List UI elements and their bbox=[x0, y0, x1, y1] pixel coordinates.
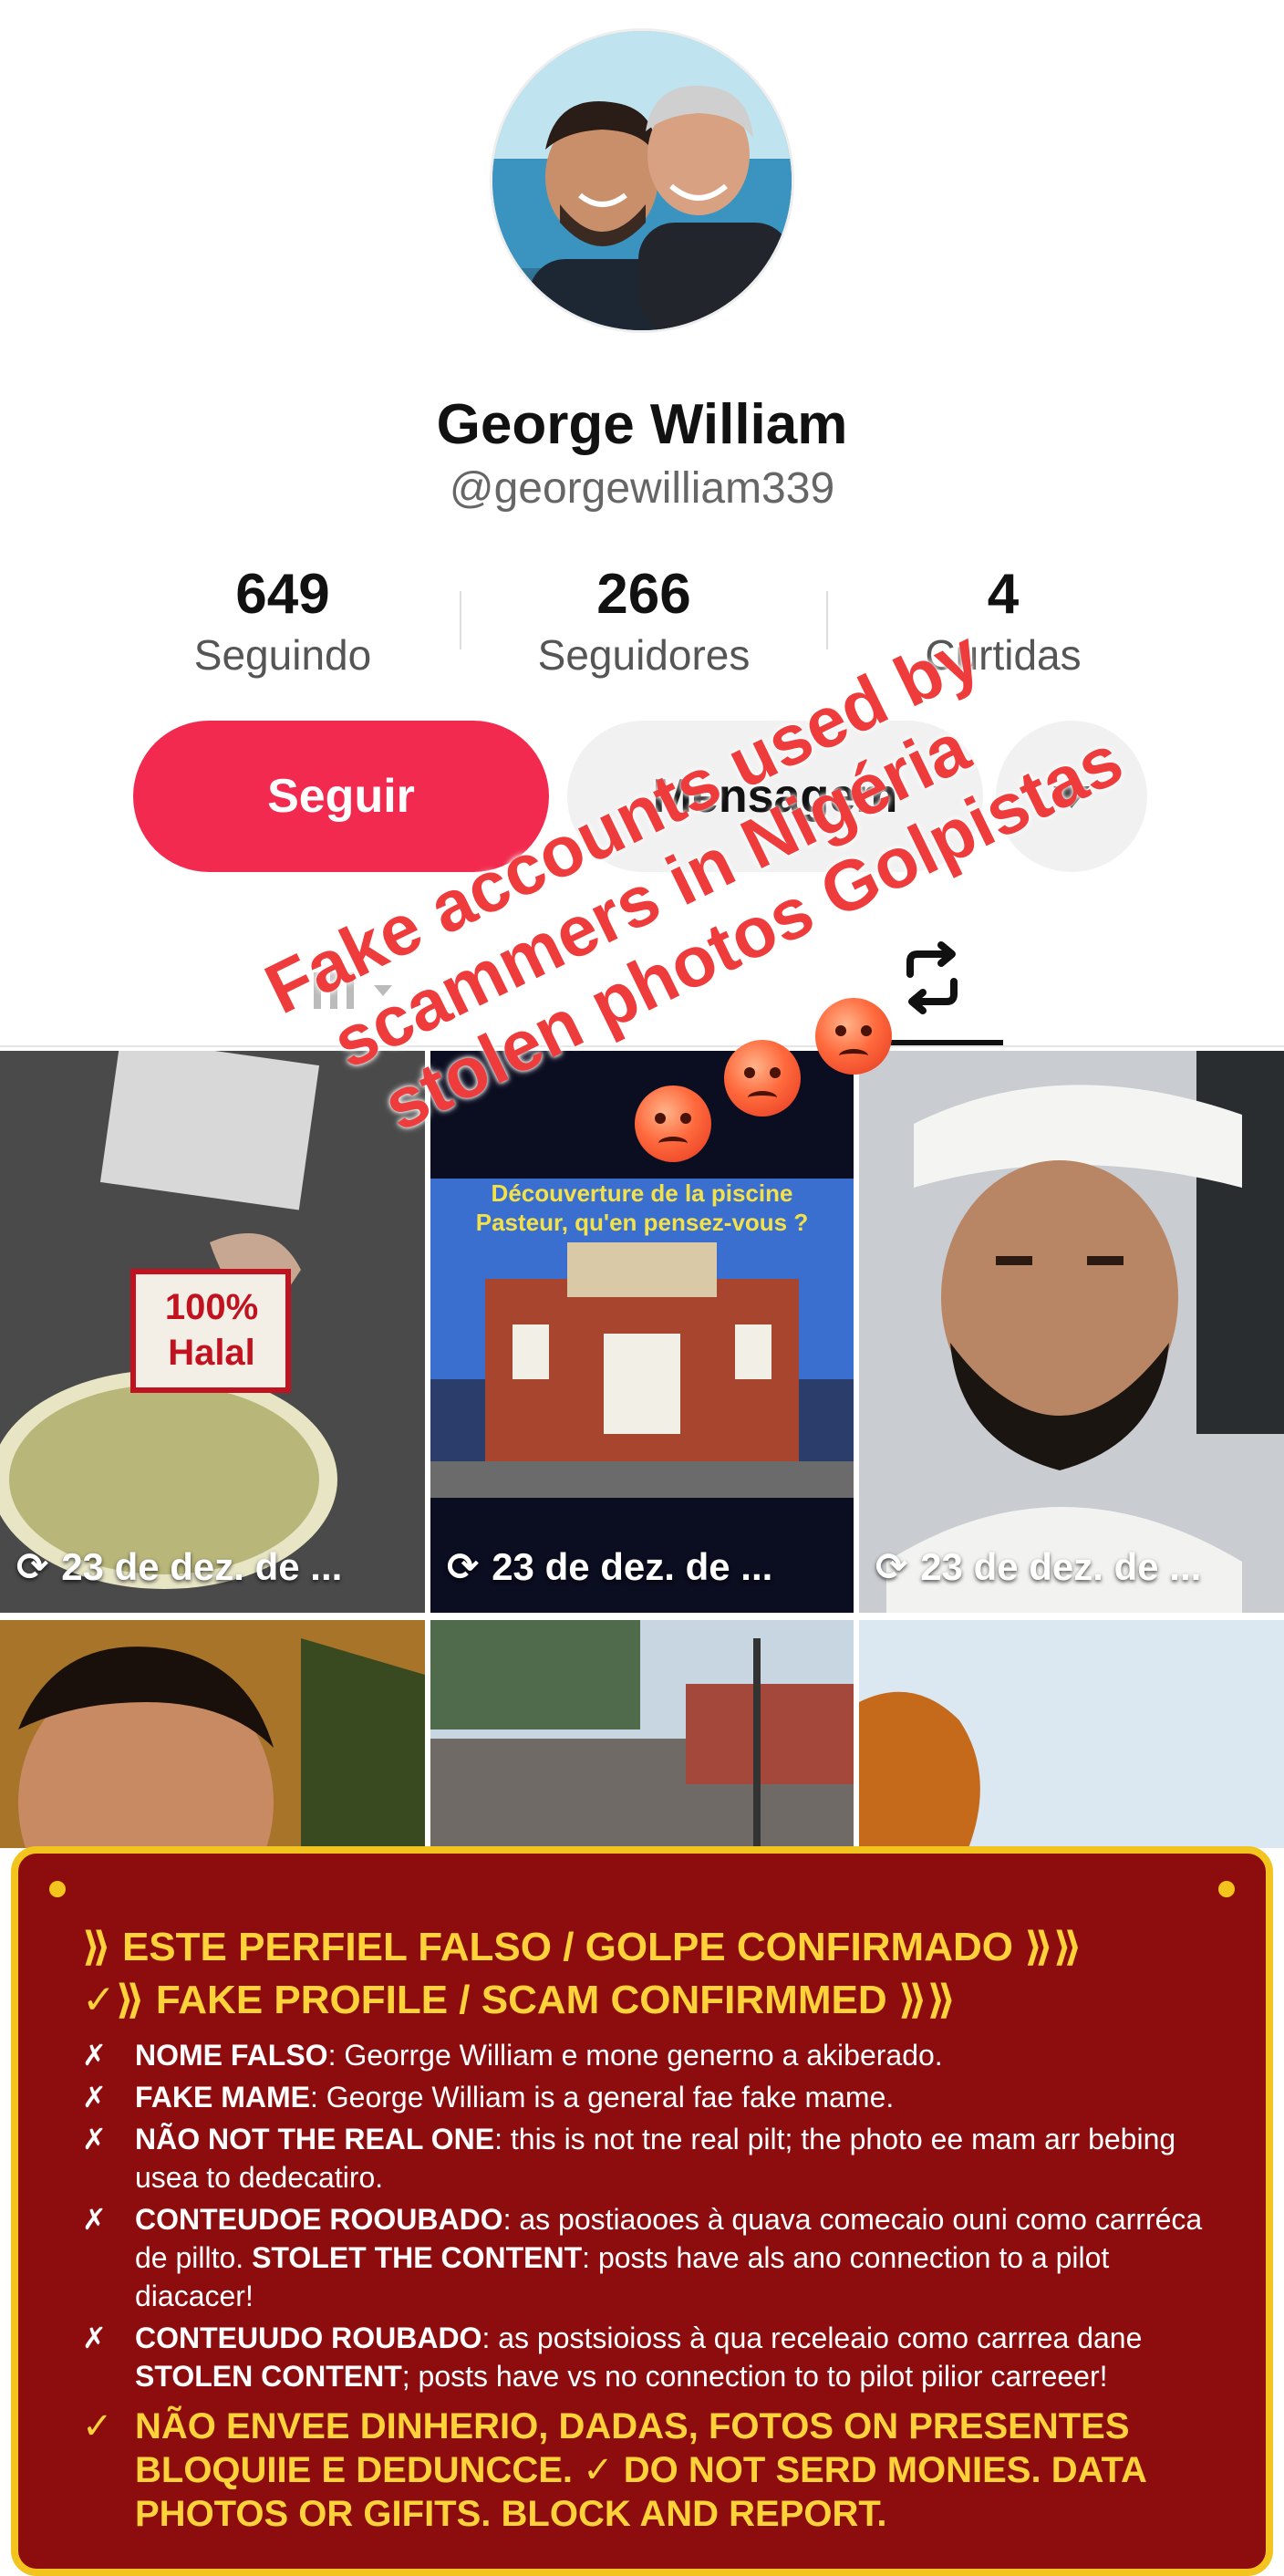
warning-title-pt: ⟫ ESTE PERFIEL FALSO / GOLPE CONFIRMADO … bbox=[82, 1925, 1082, 1969]
warning-final-notice: ✓ NÃO ENVEE DINHERIO, DADAS, FOTOS ON PR… bbox=[82, 2406, 1146, 2534]
overlay-line-2: scammers in Nigéria bbox=[320, 706, 981, 1084]
warning-title-en: ✓⟫ FAKE PROFILE / SCAM CONFIRMMED ⟫⟫ bbox=[82, 1978, 957, 2022]
tile-caption: ⟳ 23 de dez. de ... bbox=[16, 1544, 343, 1589]
chevron-icon: ✓⟫ bbox=[82, 1978, 156, 2022]
warning-item: ✗ NOME FALSO: Georrge William e mone gen… bbox=[82, 2036, 1229, 2074]
street-thumbnail bbox=[430, 1620, 854, 1848]
video-tile-3[interactable]: ⟳ 23 de dez. de ... bbox=[859, 1051, 1284, 1613]
profile-name: George William bbox=[436, 393, 848, 456]
decor-dot bbox=[49, 1881, 66, 1897]
check-icon: ✓ bbox=[82, 2406, 113, 2446]
angry-face-icon bbox=[635, 1085, 711, 1162]
portrait-thumbnail bbox=[0, 1620, 425, 1848]
stat-divider bbox=[460, 591, 461, 649]
check-icon: ✗ bbox=[82, 2203, 107, 2236]
video-tile-6[interactable] bbox=[859, 1620, 1284, 1848]
avatar-photo bbox=[492, 31, 792, 330]
poster-text: Découverture de la piscine Pasteur, qu'e… bbox=[475, 1179, 809, 1236]
warning-item: ✗ NÃO NOT THE REAL ONE: this is not tne … bbox=[82, 2120, 1229, 2197]
video-tile-5[interactable] bbox=[430, 1620, 854, 1848]
repost-icon: ⟳ bbox=[447, 1545, 480, 1588]
stat-following[interactable]: 649 Seguindo bbox=[146, 562, 419, 682]
tab-reposts[interactable] bbox=[894, 940, 970, 1021]
check-icon: ✗ bbox=[82, 2322, 107, 2354]
angry-face-icon bbox=[724, 1040, 801, 1117]
check-icon: ✗ bbox=[82, 2039, 107, 2072]
repost-icon bbox=[906, 941, 958, 1014]
chevron-icon: ⟫⟫ bbox=[886, 1978, 957, 2022]
warning-item: ✗ CONTEUDOE ROOUBADO: as postiaooes à qu… bbox=[82, 2200, 1229, 2315]
scam-warning-panel: ⟫ ESTE PERFIEL FALSO / GOLPE CONFIRMADO … bbox=[11, 1846, 1273, 2576]
check-icon: ✗ bbox=[82, 2081, 107, 2114]
stat-following-value: 649 bbox=[235, 563, 330, 626]
stat-followers[interactable]: 266 Seguidores bbox=[507, 562, 781, 682]
angry-face-icon bbox=[815, 998, 892, 1075]
video-tile-4[interactable] bbox=[0, 1620, 425, 1848]
man-thumbnail bbox=[859, 1051, 1284, 1613]
stat-following-label: Seguindo bbox=[193, 631, 372, 679]
tile-caption: ⟳ 23 de dez. de ... bbox=[447, 1544, 773, 1589]
autumn-thumbnail bbox=[859, 1620, 1284, 1848]
chevron-icon: ⟫⟫ bbox=[1012, 1925, 1082, 1969]
tabs-divider bbox=[0, 1045, 1284, 1047]
chevron-icon: ⟫ bbox=[82, 1925, 122, 1969]
warning-item: ✗ FAKE MAME: George William is a general… bbox=[82, 2078, 1229, 2116]
check-icon: ✗ bbox=[82, 2123, 107, 2155]
profile-handle: @georgewilliam339 bbox=[449, 464, 835, 513]
decor-dot bbox=[1218, 1881, 1235, 1897]
halal-badge: 100% Halal bbox=[164, 1287, 259, 1373]
warning-item: ✗ CONTEUUDO ROUBADO: as postsioioss à qu… bbox=[82, 2319, 1229, 2395]
profile-avatar[interactable] bbox=[492, 31, 792, 330]
stat-divider bbox=[826, 591, 828, 649]
tile-caption: ⟳ 23 de dez. de ... bbox=[875, 1544, 1202, 1589]
stat-followers-value: 266 bbox=[596, 563, 691, 626]
repost-icon: ⟳ bbox=[875, 1545, 908, 1588]
repost-icon: ⟳ bbox=[16, 1545, 49, 1588]
stat-followers-label: Seguidores bbox=[537, 631, 751, 679]
